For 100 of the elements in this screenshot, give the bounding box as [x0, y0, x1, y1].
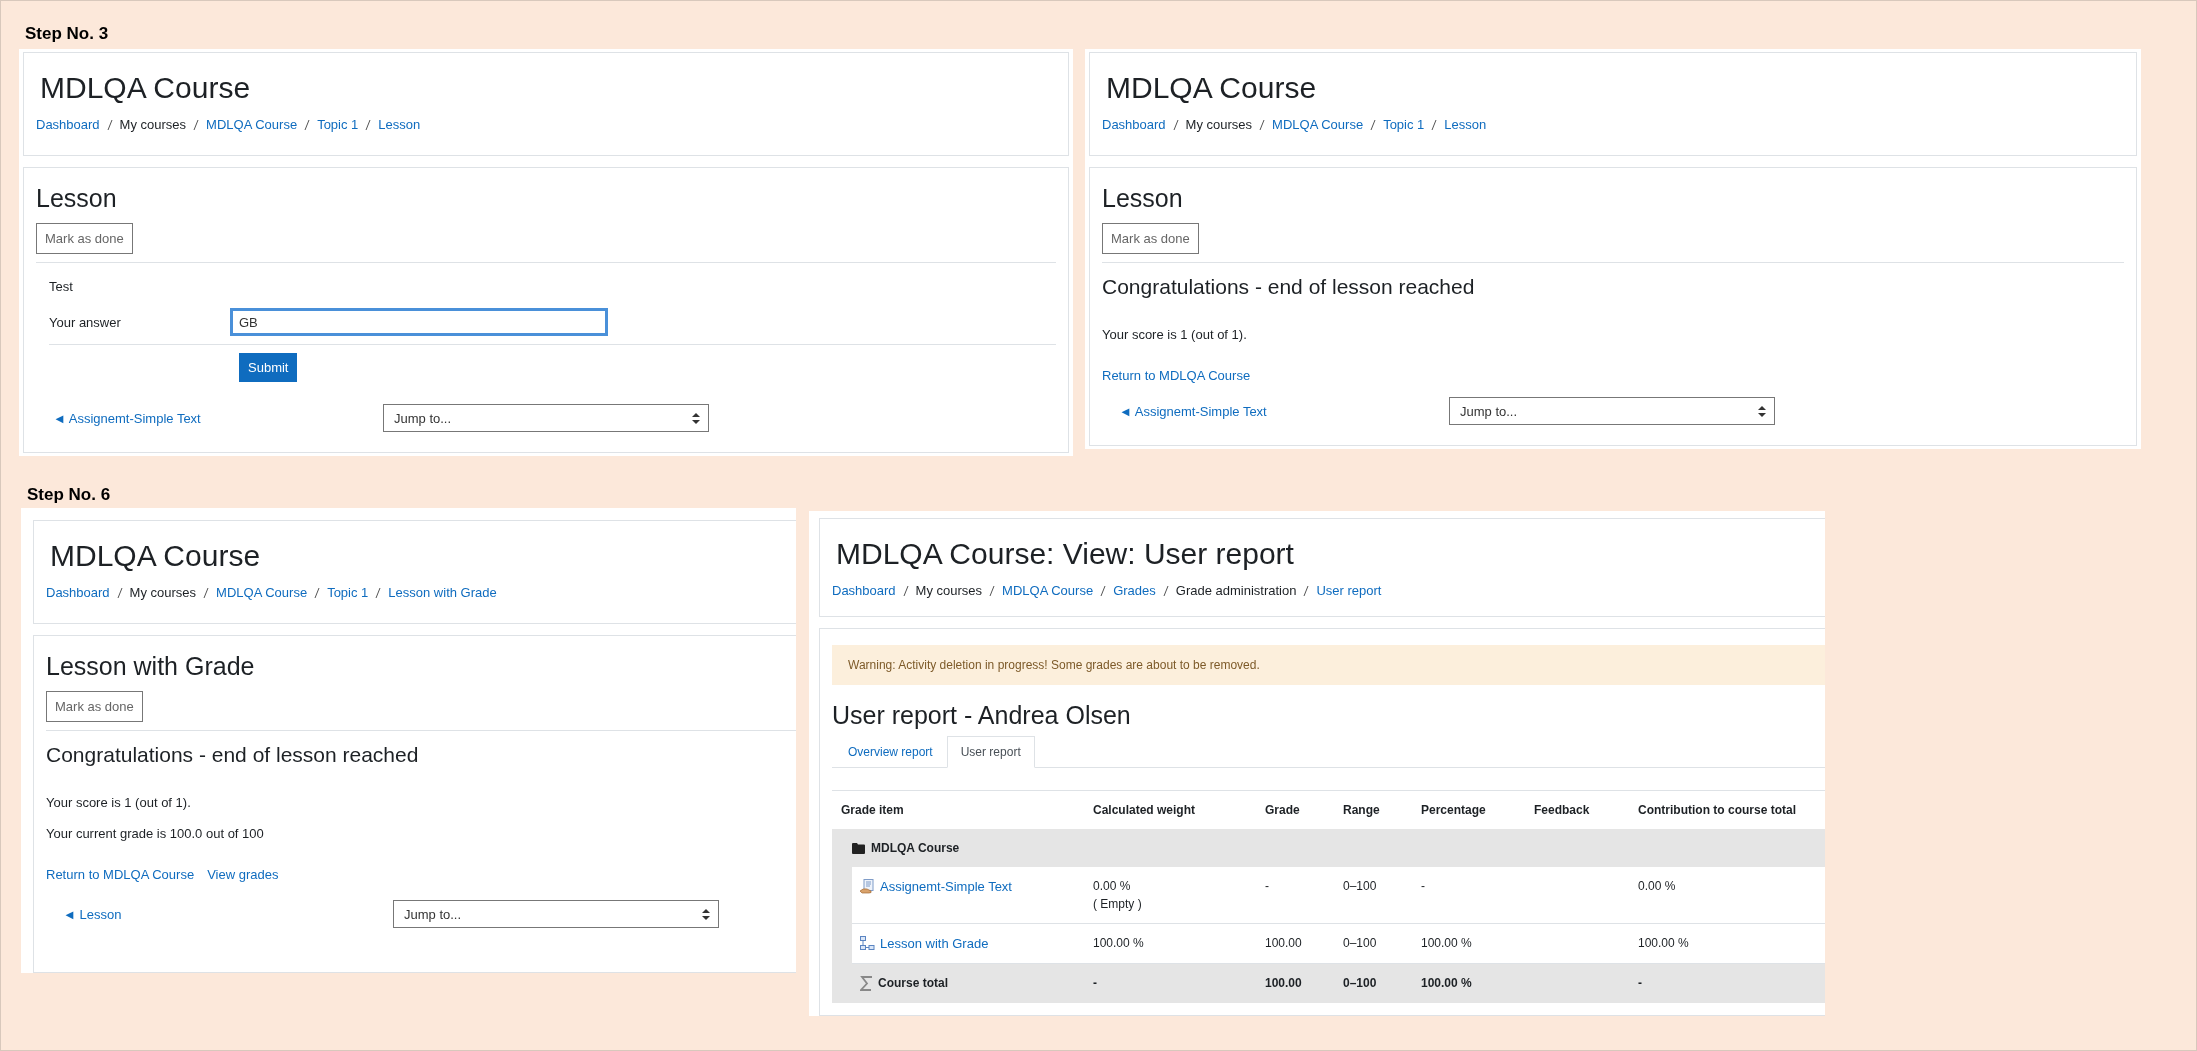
breadcrumb-link[interactable]: MDLQA Course: [1272, 117, 1364, 132]
previous-activity-link[interactable]: ◄ Assignemt-Simple Text: [53, 410, 383, 426]
column-header: Calculated weight: [1092, 802, 1197, 819]
table-cell-text: -: [1093, 976, 1098, 990]
slash-icon: [193, 118, 200, 131]
column-header: Percentage: [1420, 802, 1487, 819]
text-link[interactable]: View grades: [207, 867, 279, 882]
page-title: MDLQA Course: [1105, 71, 1318, 105]
slash-icon: [375, 586, 382, 599]
answer-field[interactable]: GB: [230, 308, 608, 336]
breadcrumb-link[interactable]: Grades: [1113, 583, 1156, 598]
sort-caret-icon: [1758, 405, 1766, 417]
breadcrumb-text: My courses: [1185, 117, 1253, 132]
column-header: Contribution to course total: [1637, 802, 1797, 819]
slash-icon: [304, 118, 311, 131]
table-cell-text: 100.00 %: [1421, 976, 1473, 990]
mark-as-done-button[interactable]: Mark as done: [36, 223, 133, 254]
breadcrumb-link[interactable]: Lesson with Grade: [388, 585, 497, 600]
breadcrumb-link[interactable]: Topic 1: [317, 117, 359, 132]
breadcrumb-text: My courses: [129, 585, 197, 600]
question-text: Test: [49, 279, 74, 294]
grade-item-link[interactable]: Assignemt-Simple Text: [880, 879, 1012, 894]
table-cell-text: 0.00 %: [1638, 879, 1677, 893]
total-label: Course total: [878, 976, 948, 990]
table-cell-text: -: [1265, 879, 1270, 893]
activity-title: Lesson with Grade: [46, 652, 256, 681]
table-cell-text: 100.00 %: [1093, 936, 1145, 950]
breadcrumb-link[interactable]: Topic 1: [327, 585, 369, 600]
slash-icon: [365, 118, 372, 131]
slash-icon: [314, 586, 321, 599]
jump-to-select[interactable]: Jump to...: [1449, 397, 1775, 425]
page-title: MDLQA Course: [49, 539, 262, 573]
activity-title: Lesson: [36, 184, 118, 213]
slash-icon: [1172, 118, 1179, 131]
breadcrumb-link[interactable]: User report: [1316, 583, 1382, 598]
breadcrumb-link[interactable]: Dashboard: [36, 117, 100, 132]
slash-icon: [1259, 118, 1266, 131]
sort-caret-icon: [702, 908, 710, 920]
end-heading: Congratulations - end of lesson reached: [46, 743, 420, 767]
result-text: Your score is 1 (out of 1).: [46, 795, 192, 810]
table-cell-text: 100.00: [1265, 936, 1303, 950]
step-heading: Step No. 3: [24, 23, 110, 45]
answer-label: Your answer: [49, 314, 122, 330]
activity-title: Lesson: [1102, 184, 1184, 213]
breadcrumb-link[interactable]: Dashboard: [46, 585, 110, 600]
breadcrumb-text: My courses: [119, 117, 187, 132]
jump-to-select[interactable]: Jump to...: [383, 404, 709, 432]
breadcrumb-link[interactable]: MDLQA Course: [216, 585, 308, 600]
grade-item-link[interactable]: Lesson with Grade: [880, 936, 989, 951]
slash-icon: [989, 584, 996, 597]
breadcrumb-link[interactable]: MDLQA Course: [1002, 583, 1094, 598]
jump-to-select[interactable]: Jump to...: [393, 900, 719, 928]
text-link[interactable]: Return to MDLQA Course: [1102, 368, 1251, 383]
table-cell-text: ( Empty ): [1093, 897, 1143, 911]
table-cell-text: 100.00 %: [1638, 936, 1690, 950]
previous-activity-link[interactable]: ◄ Assignemt-Simple Text: [1119, 403, 1449, 419]
breadcrumb-text: My courses: [915, 583, 983, 598]
page-title: MDLQA Course: [39, 71, 252, 105]
text-link[interactable]: Return to MDLQA Course: [46, 867, 195, 882]
warning-alert: Warning: Activity deletion in progress! Some grades are about to be removed.: [832, 645, 1825, 685]
previous-activity-link[interactable]: ◄ Lesson: [63, 906, 393, 922]
sort-caret-icon: [692, 412, 700, 424]
slash-icon: [1100, 584, 1107, 597]
folder-icon: [852, 842, 865, 854]
breadcrumb-link[interactable]: Dashboard: [1102, 117, 1166, 132]
table-cell-text: 0–100: [1343, 936, 1378, 950]
breadcrumb-link[interactable]: Dashboard: [832, 583, 896, 598]
report-tab[interactable]: Overview report: [834, 736, 947, 768]
category-name: MDLQA Course: [871, 841, 960, 855]
breadcrumb-link[interactable]: Lesson: [1444, 117, 1487, 132]
column-header: Grade item: [840, 802, 905, 819]
slash-icon: [902, 584, 909, 597]
result-text: Your current grade is 100.0 out of 100: [46, 826, 265, 841]
page-title: MDLQA Course: View: User report: [835, 537, 1295, 571]
mark-as-done-button[interactable]: Mark as done: [46, 691, 143, 722]
step-heading: Step No. 6: [26, 484, 112, 506]
column-header: Feedback: [1533, 802, 1591, 819]
document-hand-icon: [860, 879, 875, 894]
slash-icon: [106, 118, 113, 131]
table-cell-text: -: [1638, 976, 1643, 990]
table-cell-text: 100.00 %: [1421, 936, 1473, 950]
table-cell-text: 0.00 %: [1093, 879, 1132, 893]
slash-icon: [1303, 584, 1310, 597]
submit-button[interactable]: Submit: [239, 353, 298, 382]
column-header: Grade: [1264, 802, 1301, 819]
sigma-icon: [860, 976, 873, 991]
slash-icon: [203, 586, 210, 599]
report-title: User report - Andrea Olsen: [832, 701, 1132, 730]
breadcrumb-link[interactable]: Lesson: [378, 117, 421, 132]
mark-as-done-button[interactable]: Mark as done: [1102, 223, 1199, 254]
breadcrumb-link[interactable]: Topic 1: [1383, 117, 1425, 132]
end-heading: Congratulations - end of lesson reached: [1102, 275, 1476, 299]
table-cell-text: 0–100: [1343, 879, 1378, 893]
column-header: Range: [1342, 802, 1381, 819]
slash-icon: [1431, 118, 1438, 131]
breadcrumb-link[interactable]: MDLQA Course: [206, 117, 298, 132]
slash-icon: [1370, 118, 1377, 131]
table-cell-text: 0–100: [1343, 976, 1378, 990]
report-tab[interactable]: User report: [946, 736, 1035, 768]
breadcrumb-text: Grade administration: [1175, 583, 1297, 598]
